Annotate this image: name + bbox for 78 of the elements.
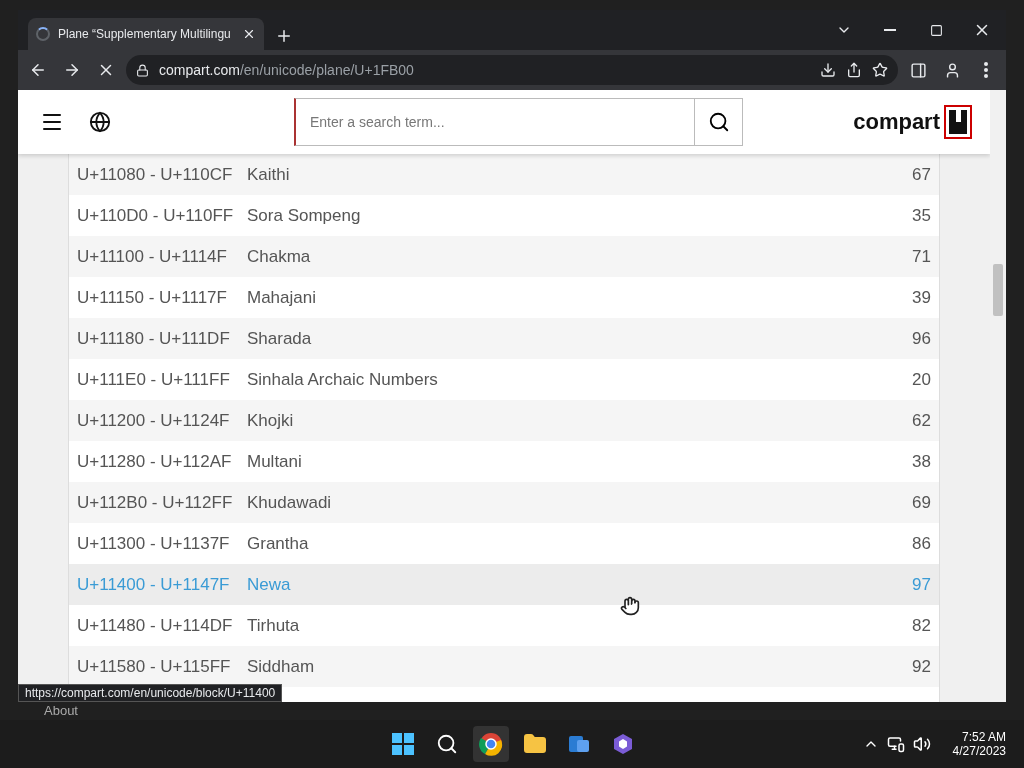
count-text: 71: [912, 246, 931, 267]
block-name: Kaithi: [247, 164, 291, 185]
star-icon[interactable]: [872, 62, 888, 78]
logo-text: compart: [853, 109, 940, 135]
volume-icon[interactable]: [912, 735, 931, 753]
table-row[interactable]: U+112B0 - U+112FF Khudawadi 69: [69, 482, 939, 523]
more-dots-icon: [984, 62, 988, 78]
maximize-icon: [929, 23, 943, 37]
hand-cursor-icon: [620, 596, 640, 616]
network-icon[interactable]: [886, 735, 905, 753]
sidebar-label[interactable]: About: [44, 703, 78, 718]
count-text: 20: [912, 369, 931, 390]
block-name: Newa: [247, 574, 292, 595]
search-field[interactable]: Enter a search term...: [294, 98, 743, 146]
browser-taskbar-button[interactable]: [473, 726, 509, 762]
clock[interactable]: 7:52 AM 4/27/2023: [952, 730, 1006, 758]
scrollbar[interactable]: [990, 90, 1006, 702]
block-name: Sora Sompeng: [247, 205, 362, 226]
forward-arrow-icon: [63, 61, 81, 79]
block-name: Sharada: [247, 328, 313, 349]
count-text: 62: [912, 410, 931, 431]
range-text: U+11100 - U+1114F: [77, 246, 228, 267]
block-name: Khudawadi: [247, 492, 333, 513]
block-name: Multani: [247, 451, 303, 472]
search-icon: [436, 733, 458, 755]
range-text: U+11480 - U+114DF: [77, 615, 234, 636]
range-text: U+112B0 - U+112FF: [77, 492, 234, 513]
status-tooltip: https://compart.com/en/unicode/block/U+11400: [18, 684, 283, 702]
browser-icon: [479, 732, 503, 756]
block-name: Sinhala Archaic Numbers: [247, 369, 439, 390]
block-name: Siddham: [247, 656, 316, 677]
hexagon-app-icon: [611, 732, 635, 756]
range-text: U+111E0 - U+111FF: [77, 369, 231, 390]
table-row[interactable]: U+11080 - U+110CF Kaithi 67: [69, 154, 939, 195]
range-text: U+11150 - U+1117F: [77, 287, 228, 308]
count-text: 35: [912, 205, 931, 226]
range-text: U+11400 - U+1147F: [77, 574, 231, 595]
search-icon: [707, 111, 730, 133]
count-text: 82: [912, 615, 931, 636]
share-icon[interactable]: [846, 62, 862, 78]
range-text: U+11200 - U+1124F: [77, 410, 231, 431]
plus-icon: [275, 27, 293, 45]
scroll-thumb[interactable]: [993, 264, 1003, 316]
range-text: U+11300 - U+1137F: [77, 533, 231, 554]
count-text: 96: [912, 328, 931, 349]
count-text: 69: [912, 492, 931, 513]
close-icon[interactable]: [242, 27, 256, 41]
globe-icon: [89, 111, 111, 133]
range-text: U+11280 - U+112AF: [77, 451, 233, 472]
folder-icon: [523, 732, 547, 756]
range-text: U+11080 - U+110CF: [77, 164, 234, 185]
count-text: 92: [912, 656, 931, 677]
download-icon[interactable]: [820, 62, 836, 78]
tab-title: Plane “Supplementary Multilingu: [58, 27, 232, 41]
range-text: U+110D0 - U+110FF: [77, 205, 235, 226]
block-name: Mahajani: [247, 287, 317, 308]
browser-tab[interactable]: Plane “Supplementary Multilingu: [28, 18, 264, 50]
count-text: 39: [912, 287, 931, 308]
table-row[interactable]: U+11580 - U+115FF Siddham 92: [69, 646, 939, 687]
count-text: 86: [912, 533, 931, 554]
block-name: Grantha: [247, 533, 310, 554]
range-text: U+11580 - U+115FF: [77, 656, 232, 677]
side-panel-icon: [909, 61, 927, 79]
range-text: U+11180 - U+111DF: [77, 328, 231, 349]
logo-icon: [944, 105, 972, 139]
windows-logo-icon: [392, 733, 414, 755]
table-row[interactable]: U+11180 - U+111DF Sharada 96: [69, 318, 939, 359]
count-text: 67: [912, 164, 931, 185]
block-name: Tirhuta: [247, 615, 301, 636]
count-text: 97: [912, 574, 931, 595]
minimize-icon: [884, 29, 896, 31]
address-bar[interactable]: compart.com/en/unicode/plane/U+1FB00: [126, 55, 898, 85]
table-row[interactable]: U+11200 - U+1124F Khojki 62: [69, 400, 939, 441]
block-name: Khojki: [247, 410, 295, 431]
lock-icon: [136, 63, 149, 77]
table-row[interactable]: U+11100 - U+1114F Chakma 71: [69, 236, 939, 277]
block-name: Chakma: [247, 246, 312, 267]
count-text: 38: [912, 451, 931, 472]
